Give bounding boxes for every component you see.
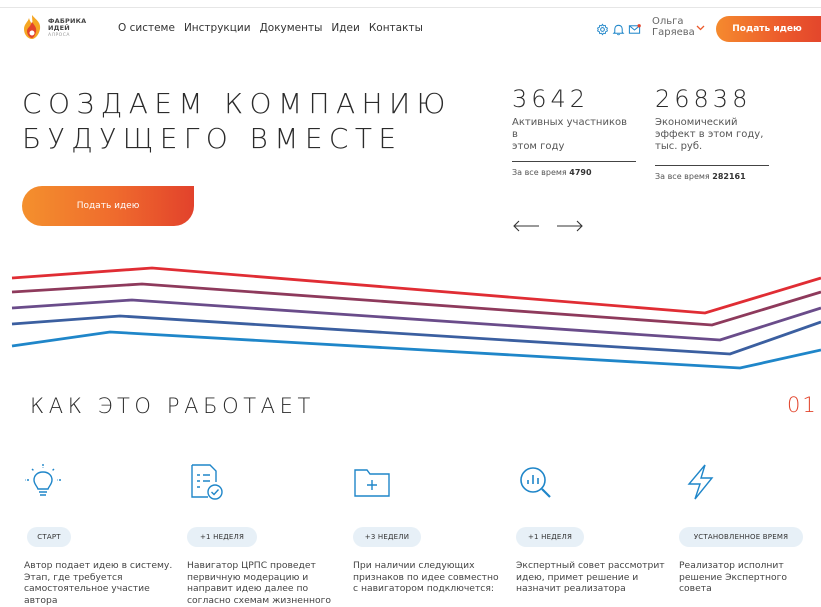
arrow-left-icon[interactable] bbox=[512, 220, 540, 232]
step-text-line: с навигатором подключется: bbox=[353, 583, 494, 594]
hero-title: СОЗДАЕМ КОМПАНИЮ БУДУЩЕГО ВМЕСТЕ bbox=[22, 86, 452, 156]
stat-label-line: эффект в этом году, bbox=[655, 129, 764, 140]
stat-total-value: 4790 bbox=[569, 168, 592, 177]
step-badge: УСТАНОВЛЕННОЕ ВРЕМЯ bbox=[679, 527, 803, 547]
folder-plus-icon bbox=[354, 469, 390, 497]
header-top-divider bbox=[0, 7, 821, 8]
nav-item-contacts[interactable]: Контакты bbox=[369, 22, 423, 34]
step-text-line: Экспертный совет рассмотрит bbox=[516, 560, 665, 571]
step-description: Реализатор исполнит решение Экспертного … bbox=[679, 560, 821, 595]
step-badge: СТАРТ bbox=[27, 527, 71, 547]
step-text-line: согласно схемам жизненного bbox=[187, 594, 332, 606]
gear-icon[interactable] bbox=[596, 23, 609, 36]
stat-label-line: Экономический bbox=[655, 117, 738, 128]
step-description: Автор подает идею в систему. Этап, где т… bbox=[24, 560, 184, 606]
arrow-right-icon[interactable] bbox=[556, 220, 584, 232]
submit-idea-button-hero[interactable]: Подать идею bbox=[22, 186, 194, 226]
step-text-line: Реализатор исполнит bbox=[679, 560, 784, 571]
nav-item-documents[interactable]: Документы bbox=[260, 22, 323, 34]
nav-item-about[interactable]: О системе bbox=[118, 22, 175, 34]
submit-idea-button-header[interactable]: Подать идею bbox=[716, 16, 821, 42]
main-nav: О системе Инструкции Документы Идеи Конт… bbox=[118, 22, 432, 34]
step-text-line: Навигатор ЦРПС проведет bbox=[187, 560, 316, 571]
step-text-line: решение Экспертного совета bbox=[679, 571, 788, 595]
stat-total-value: 282161 bbox=[712, 172, 746, 181]
search-chart-icon bbox=[520, 467, 551, 498]
step-text-line: При наличии следующих bbox=[353, 560, 475, 571]
stat-participants-label: Активных участников в этом году bbox=[512, 117, 636, 153]
wave-line bbox=[11, 266, 821, 315]
step-text-line: первичную модерацию и bbox=[187, 571, 309, 583]
step-text-line: Автор подает идею в систему. bbox=[24, 560, 173, 571]
how-it-works-title: КАК ЭТО РАБОТАЕТ bbox=[30, 394, 315, 418]
logo[interactable]: ФАБРИКА ИДЕЙ АЛРОСА bbox=[20, 14, 100, 44]
section-number: 01 bbox=[787, 393, 818, 417]
stat-divider bbox=[655, 165, 769, 166]
stat-participants-number: 3642 bbox=[512, 85, 590, 113]
stat-label-line: Активных участников в bbox=[512, 117, 627, 140]
user-first-name: Ольга bbox=[652, 16, 684, 27]
stat-economic-effect: 26838 Экономический эффект в этом году, … bbox=[655, 85, 769, 181]
decorative-waves bbox=[11, 266, 821, 370]
stat-total-prefix: За все время bbox=[512, 168, 567, 177]
step-text-line: направит идею далее по bbox=[187, 583, 309, 594]
step-text-line: идею, примет решение и bbox=[516, 571, 639, 583]
nav-item-instructions[interactable]: Инструкции bbox=[184, 22, 251, 34]
step-badge: +1 НЕДЕЛЯ bbox=[516, 527, 584, 547]
step-badge: +3 НЕДЕЛИ bbox=[353, 527, 421, 547]
step-text-line: назначит реализатора bbox=[516, 583, 626, 594]
logo-text: ФАБРИКА ИДЕЙ bbox=[48, 18, 86, 32]
stat-effect-label: Экономический эффект в этом году, тыс. р… bbox=[655, 117, 769, 153]
hero-title-line1: СОЗДАЕМ КОМПАНИЮ bbox=[22, 87, 452, 120]
stat-divider bbox=[512, 161, 636, 162]
step-text-line: Этап, где требуется bbox=[24, 571, 123, 583]
bell-icon[interactable] bbox=[612, 23, 625, 36]
stat-total-prefix: За все время bbox=[655, 172, 710, 181]
page: ФАБРИКА ИДЕЙ АЛРОСА О системе Инструкции… bbox=[0, 0, 821, 607]
lightbulb-icon bbox=[25, 464, 61, 496]
stat-participants-total: За все время 4790 bbox=[512, 168, 636, 177]
step-text-line: признаков по идее совместно bbox=[353, 571, 499, 583]
logo-subtitle: АЛРОСА bbox=[48, 33, 70, 38]
step-description: При наличии следующих признаков по идее … bbox=[353, 560, 513, 595]
mail-icon[interactable] bbox=[628, 23, 641, 36]
chevron-down-icon[interactable] bbox=[696, 25, 705, 31]
logo-line2: ИДЕЙ bbox=[48, 24, 70, 32]
logo-flame-icon bbox=[24, 15, 41, 39]
user-name[interactable]: Ольга Гаряева bbox=[652, 16, 695, 38]
stat-effect-number: 26838 bbox=[655, 85, 752, 113]
stat-participants: 3642 Активных участников в этом году За … bbox=[512, 85, 636, 177]
nav-item-ideas[interactable]: Идеи bbox=[331, 22, 359, 34]
header: ФАБРИКА ИДЕЙ АЛРОСА О системе Инструкции… bbox=[0, 0, 821, 56]
stat-effect-total: За все время 282161 bbox=[655, 172, 769, 181]
hero-title-line2: БУДУЩЕГО ВМЕСТЕ bbox=[22, 122, 403, 155]
document-check-icon bbox=[191, 464, 223, 500]
lightning-icon bbox=[687, 464, 714, 500]
step-text-line: автора bbox=[24, 594, 58, 606]
step-description: Навигатор ЦРПС проведет первичную модера… bbox=[187, 560, 347, 606]
user-last-name: Гаряева bbox=[652, 27, 695, 38]
stat-label-line: этом году bbox=[512, 141, 565, 152]
stat-label-line: тыс. руб. bbox=[655, 141, 703, 152]
step-badge: +1 НЕДЕЛЯ bbox=[187, 527, 257, 547]
step-description: Экспертный совет рассмотрит идею, примет… bbox=[516, 560, 676, 595]
step-text-line: самостоятельное участие bbox=[24, 583, 150, 594]
